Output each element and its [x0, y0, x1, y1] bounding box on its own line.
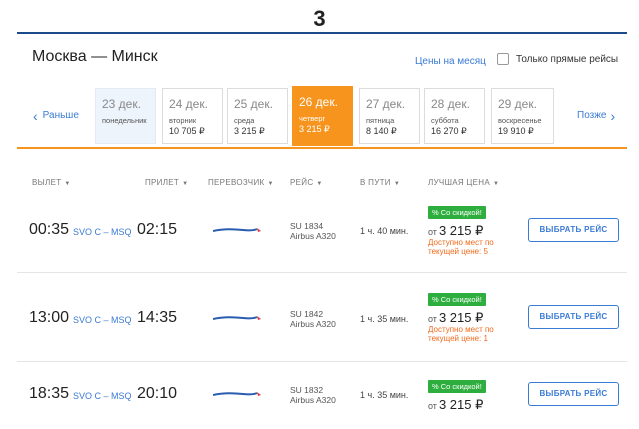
- aircraft-type: Airbus A320: [290, 319, 336, 329]
- date-weekday: суббота: [431, 116, 459, 125]
- discount-badge: % Со скидкой!: [428, 293, 486, 306]
- date-price: 10 705 ₽: [169, 126, 205, 136]
- date-card[interactable]: 29 дек. воскресенье 19 910 ₽: [491, 88, 554, 144]
- next-dates-label: Позже: [577, 110, 607, 121]
- sort-arrow-icon: ▼: [267, 181, 274, 187]
- airports-link[interactable]: SVO C – MSQ: [73, 227, 132, 237]
- col-label: РЕЙС: [290, 178, 314, 187]
- departure-time: 18:35: [29, 385, 70, 402]
- price-prefix: от: [428, 401, 437, 411]
- sort-arrow-icon: ▼: [182, 181, 189, 187]
- date-day: 24 дек.: [169, 97, 208, 111]
- date-weekday: вторник: [169, 116, 197, 125]
- select-flight-button[interactable]: ВЫБРАТЬ РЕЙС: [528, 382, 619, 406]
- date-weekday: понедельник: [102, 116, 147, 125]
- price-amount: 3 215 ₽: [438, 397, 484, 412]
- airports-link[interactable]: SVO C – MSQ: [73, 315, 132, 325]
- date-price: 16 270 ₽: [431, 126, 467, 136]
- date-day: 28 дек.: [431, 97, 470, 111]
- arrival-time: 20:10: [137, 385, 178, 402]
- col-label: ВЫЛЕТ: [32, 178, 62, 187]
- direct-flights-checkbox[interactable]: [497, 53, 509, 65]
- col-label: В ПУТИ: [360, 178, 391, 187]
- flight-duration: 1 ч. 35 мин.: [360, 390, 409, 400]
- seats-note: текущей цене: 5: [428, 247, 488, 256]
- direct-flights-filter[interactable]: Только прямые рейсы: [497, 53, 618, 65]
- date-price: 3 215 ₽: [299, 124, 330, 134]
- sort-arrow-icon: ▼: [393, 181, 401, 187]
- date-day: 23 дек.: [102, 97, 141, 111]
- arrival-time: 02:15: [137, 221, 178, 238]
- top-divider: [17, 32, 627, 34]
- price: от 3 215 ₽: [428, 397, 483, 413]
- airports-link[interactable]: SVO C – MSQ: [73, 391, 132, 401]
- price-amount: 3 215 ₽: [438, 310, 484, 325]
- chevron-left-icon: ‹: [33, 107, 38, 124]
- seats-note: текущей цене: 1: [428, 334, 488, 343]
- departure-time: 13:00: [29, 309, 70, 326]
- date-price: 3 215 ₽: [234, 126, 265, 136]
- price: от 3 215 ₽: [428, 310, 483, 326]
- price: от 3 215 ₽: [428, 223, 483, 239]
- row-divider: [17, 361, 627, 362]
- date-day: 25 дек.: [234, 97, 273, 111]
- date-card[interactable]: 28 дек. суббота 16 270 ₽: [424, 88, 485, 144]
- flight-number: SU 1842: [290, 309, 324, 319]
- col-label: ЛУЧШАЯ ЦЕНА: [428, 178, 490, 187]
- prev-dates-label: Раньше: [42, 110, 79, 121]
- price-amount: 3 215 ₽: [438, 223, 484, 238]
- sort-flight[interactable]: РЕЙС ▼: [290, 178, 323, 187]
- date-weekday: воскресенье: [498, 116, 542, 125]
- date-weekday: четверг: [299, 114, 326, 123]
- sort-carrier[interactable]: ПЕРЕВОЗЧИК ▼: [208, 178, 274, 187]
- sort-arrow-icon: ▼: [316, 181, 323, 187]
- direct-flights-label: Только прямые рейсы: [516, 53, 619, 65]
- sort-arrival[interactable]: ПРИЛЕТ ▼: [145, 178, 188, 187]
- col-label: ПЕРЕВОЗЧИК: [208, 178, 265, 187]
- date-card[interactable]: 25 дек. среда 3 215 ₽: [227, 88, 288, 144]
- date-day: 27 дек.: [366, 97, 405, 111]
- date-day: 29 дек.: [498, 97, 537, 111]
- route-title: Москва — Минск: [32, 48, 158, 65]
- dates-divider: [17, 147, 627, 149]
- price-prefix: от: [428, 227, 437, 237]
- arrival-time: 14:35: [137, 309, 178, 326]
- price-prefix: от: [428, 314, 437, 324]
- sort-price[interactable]: ЛУЧШАЯ ЦЕНА ▼: [428, 178, 499, 187]
- date-card-selected[interactable]: 26 дек. четверг 3 215 ₽: [292, 86, 353, 146]
- row-divider: [17, 272, 627, 273]
- date-card[interactable]: 24 дек. вторник 10 705 ₽: [162, 88, 223, 144]
- sort-departure[interactable]: ВЫЛЕТ ▼: [32, 178, 71, 187]
- flight-duration: 1 ч. 40 мин.: [360, 226, 409, 236]
- aircraft-type: Airbus A320: [290, 395, 336, 405]
- date-weekday: пятница: [366, 116, 395, 125]
- aeroflot-logo-icon: [213, 392, 261, 396]
- sort-duration[interactable]: В ПУТИ ▼: [360, 178, 400, 187]
- sort-arrow-icon: ▼: [64, 181, 71, 187]
- date-card[interactable]: 27 дек. пятница 8 140 ₽: [359, 88, 420, 144]
- discount-badge: % Со скидкой!: [428, 206, 486, 219]
- select-flight-button[interactable]: ВЫБРАТЬ РЕЙС: [528, 305, 619, 329]
- date-price: 8 140 ₽: [366, 126, 397, 136]
- step-number: 3: [313, 6, 326, 31]
- date-day: 26 дек.: [299, 95, 338, 109]
- date-weekday: среда: [234, 116, 255, 125]
- prev-dates-button[interactable]: ‹ Раньше: [33, 107, 79, 124]
- sort-arrow-icon: ▼: [493, 181, 500, 187]
- departure-time: 00:35: [29, 221, 70, 238]
- flight-duration: 1 ч. 35 мин.: [360, 314, 409, 324]
- month-prices-link[interactable]: Цены на месяц: [415, 56, 486, 67]
- select-flight-button[interactable]: ВЫБРАТЬ РЕЙС: [528, 218, 619, 242]
- next-dates-button[interactable]: Позже ›: [577, 107, 616, 124]
- discount-badge: % Со скидкой!: [428, 380, 486, 393]
- aeroflot-logo-icon: [213, 228, 261, 232]
- aeroflot-logo-icon: [213, 316, 261, 320]
- flight-number: SU 1832: [290, 385, 324, 395]
- date-card[interactable]: 23 дек. понедельник: [95, 88, 156, 144]
- flight-number: SU 1834: [290, 221, 324, 231]
- date-price: 19 910 ₽: [498, 126, 534, 136]
- chevron-right-icon: ›: [610, 107, 616, 124]
- aircraft-type: Airbus A320: [290, 231, 336, 241]
- col-label: ПРИЛЕТ: [145, 178, 180, 187]
